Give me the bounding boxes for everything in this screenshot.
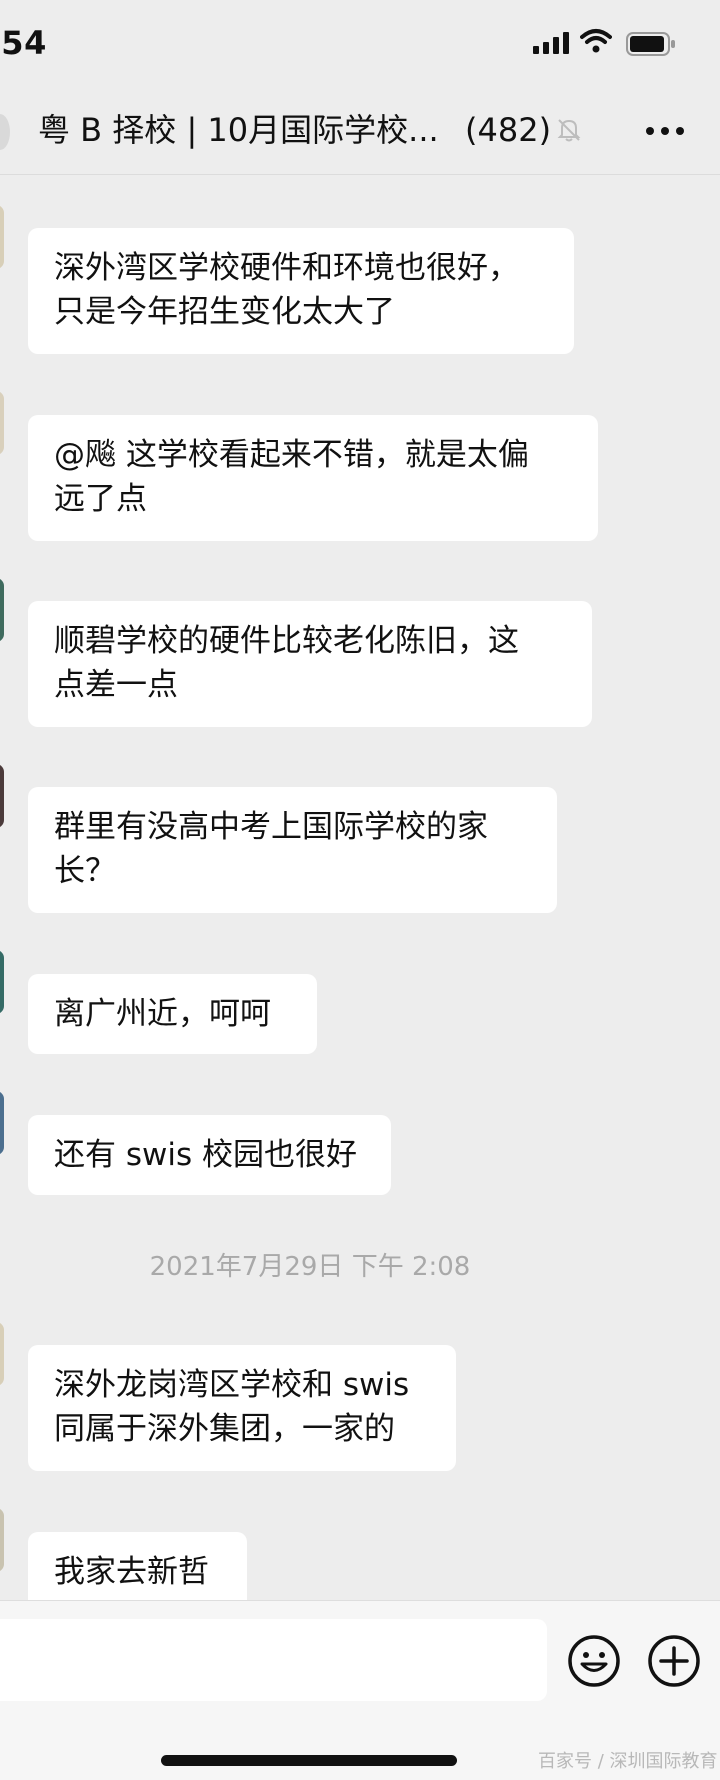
message-input[interactable] <box>0 1619 547 1701</box>
status-bar: :54 <box>0 0 720 90</box>
member-count: (482) <box>465 111 552 149</box>
emoji-icon[interactable] <box>566 1633 622 1689</box>
message-line: 只是今年招生变化太大了 <box>54 294 395 330</box>
battery-icon <box>626 32 675 56</box>
mute-bell-icon <box>557 119 581 142</box>
message-bubble[interactable]: 深外湾区学校硬件和环境也很好， 只是今年招生变化太大了 <box>28 228 574 354</box>
input-bar: 百家号 / 深圳国际教育 <box>0 1600 720 1780</box>
more-options-icon[interactable] <box>644 118 686 144</box>
message-bubble[interactable]: 顺碧学校的硬件比较老化陈旧，这 点差一点 <box>28 601 592 727</box>
message-line: @飚 这学校看起来不错，就是太偏 <box>54 437 529 473</box>
avatar[interactable] <box>0 391 4 455</box>
watermark: 百家号 / 深圳国际教育 <box>538 1751 718 1772</box>
message-bubble[interactable]: 我家去新哲 <box>28 1532 247 1600</box>
message-line: 我家去新哲 <box>54 1554 209 1590</box>
avatar[interactable] <box>0 764 4 828</box>
message-line: 顺碧学校的硬件比较老化陈旧，这 <box>54 623 519 659</box>
message-bubble[interactable]: 还有 swis 校园也很好 <box>28 1115 391 1195</box>
message-line: 群里有没高中考上国际学校的家 <box>54 809 488 845</box>
message-line: 点差一点 <box>54 667 178 703</box>
avatar[interactable] <box>0 1322 4 1386</box>
avatar[interactable] <box>0 1091 4 1155</box>
group-title[interactable]: 粤 B 择校 | 10月国际学校... <box>38 108 498 152</box>
timestamp: 2021年7月29日 下午 2:08 <box>149 1252 471 1282</box>
message-line: 还有 swis 校园也很好 <box>54 1137 357 1173</box>
message-line: 远了点 <box>54 481 147 517</box>
message-line: 同属于深外集团，一家的 <box>54 1411 395 1447</box>
message-line: 深外龙岗湾区学校和 swis <box>54 1367 410 1403</box>
message-bubble[interactable]: 离广州近，呵呵 <box>28 974 317 1054</box>
message-line: 长？ <box>54 853 116 889</box>
back-button[interactable] <box>0 114 10 150</box>
message-line: 深外湾区学校硬件和环境也很好， <box>54 250 519 286</box>
status-time: :54 <box>0 24 47 62</box>
message-bubble[interactable]: 群里有没高中考上国际学校的家 长？ <box>28 787 557 913</box>
plus-icon[interactable] <box>646 1633 702 1689</box>
chat-header: 粤 B 择校 | 10月国际学校... (482) <box>0 90 720 175</box>
message-list[interactable]: 深外湾区学校硬件和环境也很好， 只是今年招生变化太大了 @飚 这学校看起来不错，… <box>0 175 720 1600</box>
message-bubble[interactable]: 深外龙岗湾区学校和 swis 同属于深外集团，一家的 <box>28 1345 456 1471</box>
avatar[interactable] <box>0 205 4 269</box>
wifi-icon <box>580 29 612 53</box>
message-bubble[interactable]: @飚 这学校看起来不错，就是太偏 远了点 <box>28 415 598 541</box>
cellular-signal-icon <box>533 32 569 54</box>
home-indicator[interactable] <box>161 1755 457 1766</box>
message-line: 离广州近，呵呵 <box>54 996 271 1032</box>
avatar[interactable] <box>0 578 4 642</box>
avatar[interactable] <box>0 1508 4 1572</box>
avatar[interactable] <box>0 950 4 1014</box>
